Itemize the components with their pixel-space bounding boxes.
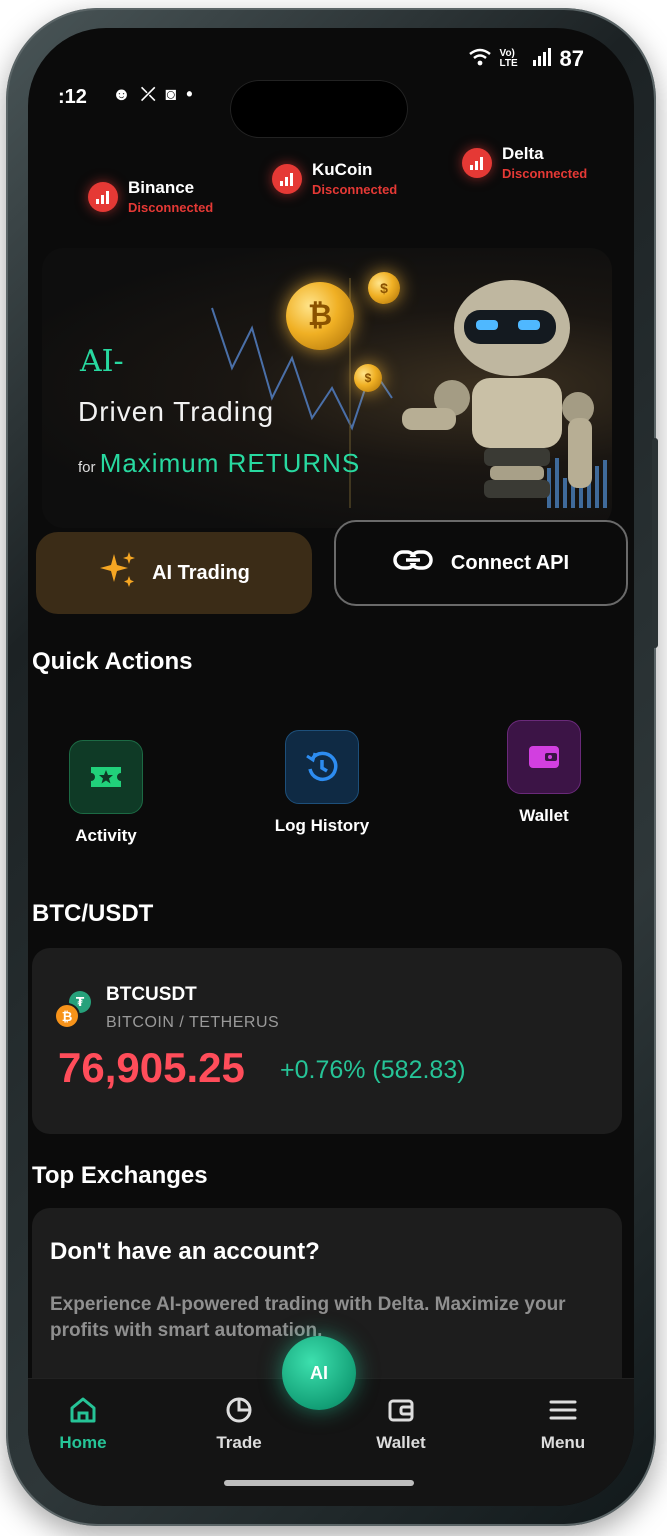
exchange-status: Disconnected bbox=[502, 166, 588, 181]
ticker-pair-name: BITCOIN / TETHERUS bbox=[106, 1014, 280, 1031]
link-icon bbox=[393, 548, 433, 578]
dynamic-island bbox=[230, 80, 408, 138]
history-icon bbox=[285, 730, 359, 804]
battery-level: 87 bbox=[559, 46, 584, 71]
ticker-card[interactable]: ₮ ₿ BTCUSDT BITCOIN / TETHERUS 76,905.25… bbox=[32, 948, 622, 1134]
pie-chart-icon bbox=[184, 1393, 294, 1427]
wallet-icon bbox=[346, 1393, 456, 1427]
phone-frame: :12 ☻ ⤫ ◙ • Vo) LTE 87 Binance Disconnec… bbox=[6, 8, 658, 1526]
banner-tagline-accent: Maximum RETURNS bbox=[99, 448, 361, 478]
quick-action-activity[interactable]: Activity bbox=[36, 740, 176, 846]
bitcoin-coin-icon: ₿ bbox=[286, 282, 354, 350]
signal-icon bbox=[532, 47, 552, 71]
btc-usdt-coins-icon: ₮ ₿ bbox=[54, 988, 94, 1030]
status-time: :12 bbox=[58, 86, 87, 108]
exchange-name: KuCoin bbox=[312, 160, 373, 179]
exchange-kucoin[interactable]: KuCoin Disconnected bbox=[272, 160, 397, 197]
exchange-binance[interactable]: Binance Disconnected bbox=[88, 178, 213, 215]
signal-bars-icon bbox=[462, 147, 492, 178]
ai-trading-button[interactable]: AI Trading bbox=[36, 532, 312, 614]
exchange-name: Binance bbox=[128, 178, 195, 197]
wallet-icon bbox=[507, 720, 581, 794]
top-exchanges-title: Top Exchanges bbox=[32, 1162, 208, 1189]
svg-text:₿: ₿ bbox=[62, 1010, 73, 1025]
promo-banner[interactable]: ₿ $ $ AI- Driven Trading for Maximum RET… bbox=[42, 248, 612, 528]
primary-actions: AI Trading Connect API bbox=[36, 520, 634, 622]
banner-tagline-prefix: for bbox=[78, 459, 96, 476]
ticker-section-title: BTC/USDT bbox=[32, 900, 154, 927]
ticker-price: 76,905.25 bbox=[58, 1044, 245, 1091]
signal-bars-icon bbox=[272, 163, 302, 194]
robot-illustration bbox=[402, 280, 594, 498]
nav-menu[interactable]: Menu bbox=[508, 1393, 618, 1453]
exchange-status: Disconnected bbox=[312, 182, 398, 197]
quick-actions-title: Quick Actions bbox=[32, 648, 193, 675]
quick-action-label: Log History bbox=[274, 816, 370, 835]
nav-home[interactable]: Home bbox=[28, 1393, 138, 1453]
app-screen: :12 ☻ ⤫ ◙ • Vo) LTE 87 Binance Disconnec… bbox=[28, 28, 634, 1506]
ticker-change: +0.76% (582.83) bbox=[280, 1056, 466, 1084]
ai-fab-button[interactable]: AI bbox=[282, 1336, 356, 1410]
banner-tagline: for Maximum RETURNS bbox=[78, 448, 360, 479]
instagram-icon: ◙ bbox=[165, 84, 177, 104]
notification-app-icon: ☻ bbox=[112, 84, 131, 104]
nav-label: Trade bbox=[216, 1433, 262, 1452]
exchange-name: Delta bbox=[502, 144, 544, 163]
quick-action-label: Activity bbox=[75, 826, 137, 845]
quick-action-wallet[interactable]: Wallet bbox=[474, 720, 614, 826]
status-right: Vo) LTE 87 bbox=[468, 46, 584, 72]
nav-label: Wallet bbox=[376, 1433, 426, 1452]
svg-text:₮: ₮ bbox=[76, 995, 85, 1009]
home-icon bbox=[28, 1393, 138, 1427]
exchange-delta[interactable]: Delta Disconnected bbox=[462, 144, 587, 181]
home-indicator[interactable] bbox=[224, 1480, 414, 1486]
notification-icons: ☻ ⤫ ◙ • bbox=[112, 84, 193, 105]
network-label: Vo) LTE bbox=[499, 48, 518, 69]
ticket-star-icon bbox=[69, 740, 143, 814]
nav-label: Home bbox=[59, 1433, 107, 1452]
missed-call-icon: ⤫ bbox=[140, 84, 156, 104]
nav-trade[interactable]: Trade bbox=[184, 1393, 294, 1453]
connect-api-button[interactable]: Connect API bbox=[334, 520, 628, 606]
banner-headline-ai: AI- bbox=[80, 344, 124, 379]
connect-api-label: Connect API bbox=[450, 551, 570, 574]
nav-wallet[interactable]: Wallet bbox=[346, 1393, 456, 1453]
sparkles-icon bbox=[98, 550, 138, 596]
signal-bars-icon bbox=[88, 181, 118, 212]
wifi-icon bbox=[468, 48, 492, 71]
ai-trading-label: AI Trading bbox=[152, 561, 250, 584]
dot-icon: • bbox=[186, 84, 193, 104]
coin-small-icon: $ bbox=[354, 364, 382, 392]
nav-label: Menu bbox=[540, 1433, 586, 1452]
quick-action-log-history[interactable]: Log History bbox=[252, 730, 392, 836]
banner-headline: Driven Trading bbox=[78, 396, 275, 427]
exchange-status: Disconnected bbox=[128, 200, 214, 215]
hamburger-menu-icon bbox=[508, 1393, 618, 1427]
exchange-status-row: Binance Disconnected KuCoin Disconnected bbox=[28, 138, 634, 228]
side-button bbox=[652, 438, 658, 648]
ticker-symbol: BTCUSDT bbox=[106, 984, 197, 1005]
signup-card-title: Don't have an account? bbox=[50, 1238, 320, 1265]
quick-action-label: Wallet bbox=[519, 806, 569, 825]
